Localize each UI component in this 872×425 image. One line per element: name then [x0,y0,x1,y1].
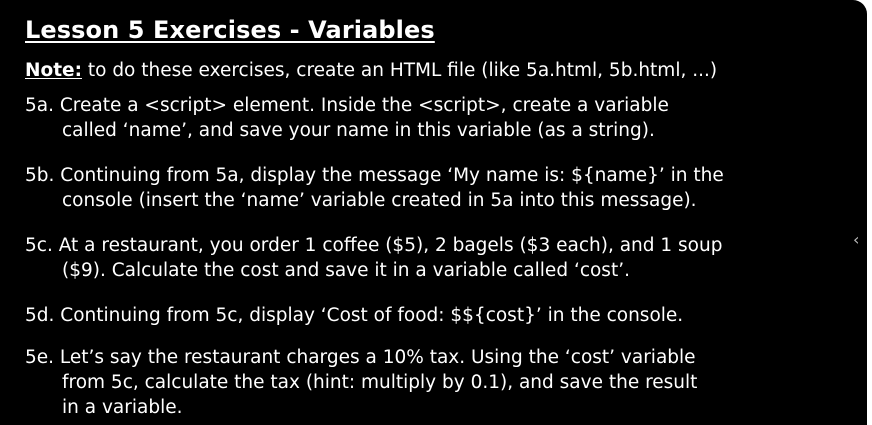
exercise-5e: 5e. Let’s say the restaurant charges a 1… [25,345,857,420]
exercise-5e-line-3: in a variable. [62,397,183,418]
exercise-5d: 5d. Continuing from 5c, display ‘Cost of… [25,303,857,328]
note-line: Note: to do these exercises, create an H… [25,60,717,81]
chevron-left-icon[interactable]: ‹ [853,230,859,249]
exercise-5c-line-2: ($9). Calculate the cost and save it in … [62,260,630,281]
exercise-5b-line-1: 5b. Continuing from 5a, display the mess… [25,165,724,186]
note-text: to do these exercises, create an HTML fi… [81,60,718,81]
exercise-5e-line-1: 5e. Let’s say the restaurant charges a 1… [25,347,696,368]
exercise-5a-line-1: 5a. Create a <script> element. Inside th… [25,95,669,116]
slide-title: Lesson 5 Exercises - Variables [25,16,435,44]
exercise-5b-line-2: console (insert the ‘name’ variable crea… [62,190,697,211]
exercise-5c: 5c. At a restaurant, you order 1 coffee … [25,233,857,283]
exercise-5a: 5a. Create a <script> element. Inside th… [25,93,857,143]
exercise-5e-line-2: from 5c, calculate the tax (hint: multip… [62,372,698,393]
exercise-5a-line-2: called ‘name’, and save your name in thi… [62,120,655,141]
exercise-5b: 5b. Continuing from 5a, display the mess… [25,163,857,213]
lesson-slide: Lesson 5 Exercises - Variables Note: to … [0,0,867,425]
exercise-5d-line-1: 5d. Continuing from 5c, display ‘Cost of… [25,305,684,326]
note-label: Note: [25,60,82,81]
exercise-5c-line-1: 5c. At a restaurant, you order 1 coffee … [25,235,723,256]
